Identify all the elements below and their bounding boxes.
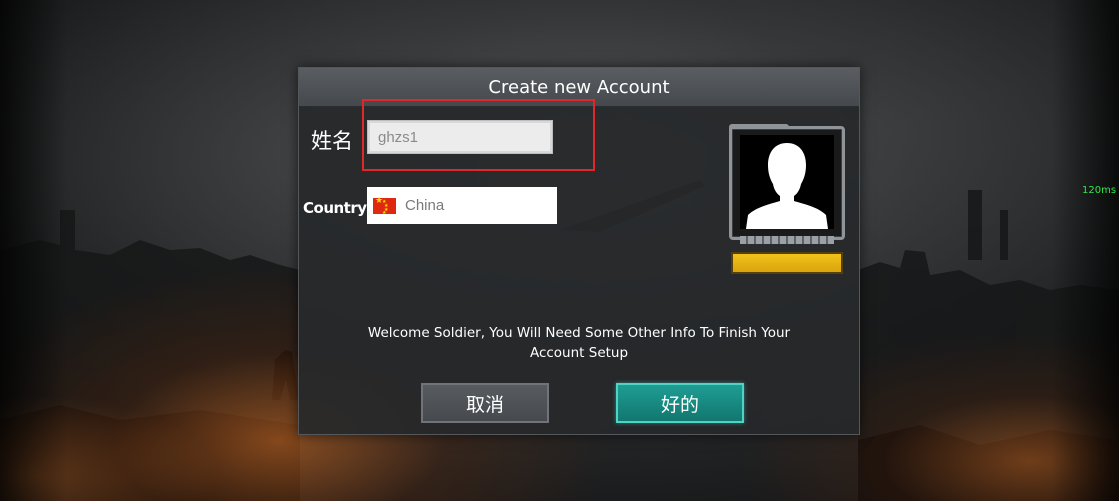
name-input[interactable] xyxy=(367,120,553,154)
avatar-frame[interactable] xyxy=(729,126,845,240)
cancel-button[interactable]: 取消 xyxy=(421,383,549,423)
avatar-frame-base xyxy=(740,236,834,244)
china-flag-icon: ★ ★ ★ ★ ★ xyxy=(373,196,396,216)
dialog-title: Create new Account xyxy=(488,76,670,98)
dialog-header: Create new Account xyxy=(299,68,859,107)
name-label: 姓名 xyxy=(311,129,353,153)
latency-indicator: 120ms xyxy=(1082,185,1117,196)
rank-bar xyxy=(731,252,843,274)
country-selector[interactable]: ★ ★ ★ ★ ★ China xyxy=(367,187,557,224)
country-value: China xyxy=(405,197,445,214)
welcome-message: Welcome Soldier, You Will Need Some Othe… xyxy=(367,325,791,361)
create-account-dialog: Create new Account 姓名 Country ★ ★ ★ ★ ★ … xyxy=(298,67,860,435)
default-avatar-silhouette-icon xyxy=(740,135,834,229)
country-label: Country xyxy=(303,199,367,217)
ok-button[interactable]: 好的 xyxy=(616,383,744,423)
